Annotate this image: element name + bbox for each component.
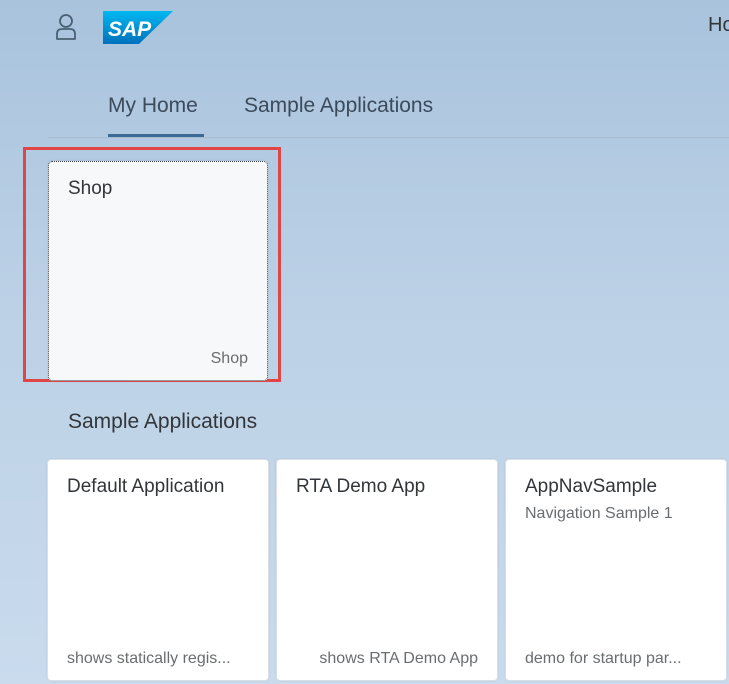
- tile-title: Default Application: [67, 476, 225, 497]
- tile-shop[interactable]: Shop Shop: [48, 161, 268, 381]
- sap-logo-text: SAP: [108, 18, 152, 41]
- sap-logo[interactable]: SAP: [103, 11, 173, 44]
- tile-default-application[interactable]: Default Application shows statically reg…: [47, 459, 269, 681]
- tile-subtitle: Navigation Sample 1: [525, 505, 673, 522]
- tile-title: RTA Demo App: [296, 476, 426, 497]
- tile-footer: shows statically regis...: [67, 650, 231, 667]
- anchor-item-my-home[interactable]: My Home: [108, 94, 198, 118]
- group-title-sample-applications: Sample Applications: [68, 410, 258, 433]
- tile-footer: demo for startup par...: [525, 650, 682, 667]
- anchor-item-sample-applications[interactable]: Sample Applications: [244, 94, 433, 118]
- tile-title: AppNavSample: [525, 476, 658, 497]
- tile-footer: Shop: [210, 350, 248, 367]
- selected-tab-indicator: [108, 134, 204, 137]
- tile-footer: shows RTA Demo App: [319, 650, 478, 667]
- header-title: Ho: [708, 14, 729, 36]
- shell-header: SAP Ho: [0, 0, 729, 56]
- tile-appnavsample[interactable]: AppNavSample Navigation Sample 1 demo fo…: [505, 459, 727, 681]
- anchor-navigation: My Home Sample Applications: [48, 82, 729, 138]
- user-icon[interactable]: [53, 12, 79, 42]
- tile-rta-demo-app[interactable]: RTA Demo App shows RTA Demo App: [276, 459, 498, 681]
- tile-title: Shop: [68, 178, 113, 199]
